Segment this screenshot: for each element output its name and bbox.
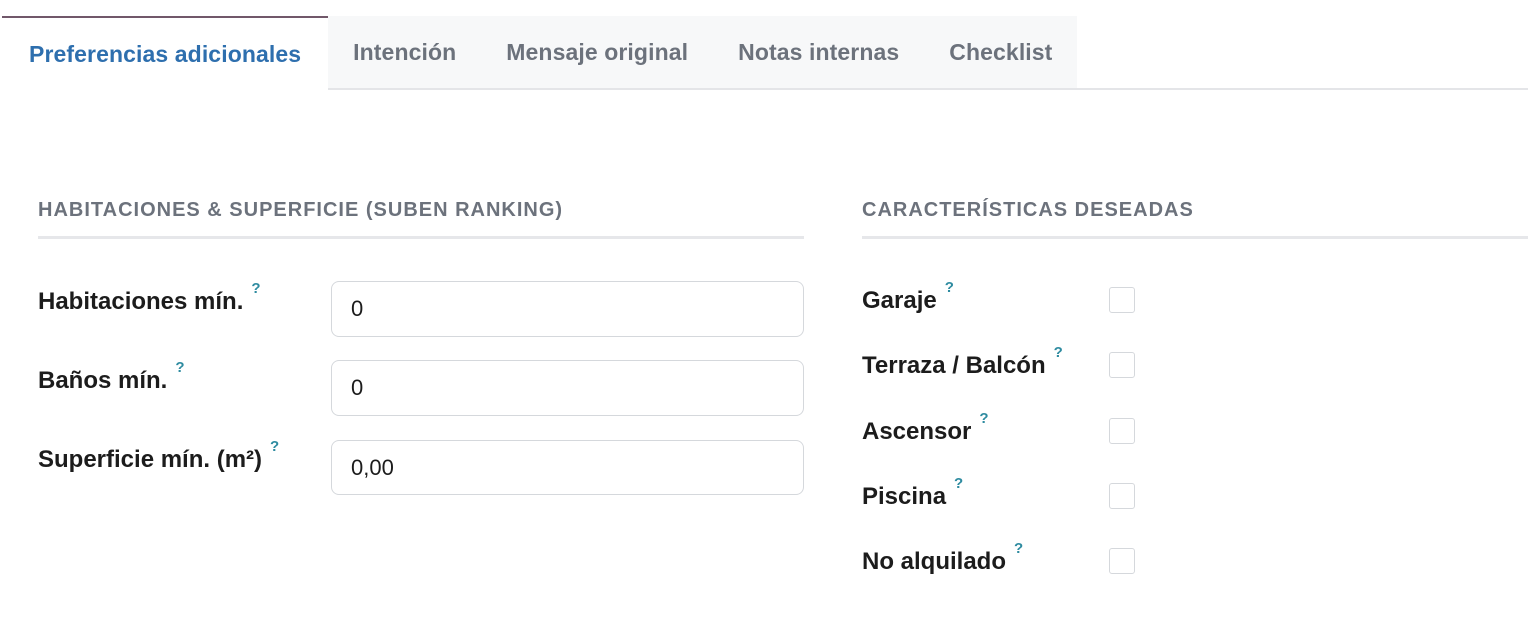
banos-min-input[interactable] [331,360,804,416]
features-section-title: CARACTERÍSTICAS DESEADAS [862,199,1194,221]
habitaciones-min-input[interactable] [331,281,804,337]
terraza-balcon-checkbox[interactable] [1109,352,1135,378]
habitaciones-min-label-text: Habitaciones mín. [38,288,244,315]
no-alquilado-label-text: No alquilado [862,548,1006,575]
no-alquilado-checkbox[interactable] [1109,548,1135,574]
terraza-balcon-label: Terraza / Balcón ? [862,344,1063,380]
piscina-help-icon[interactable]: ? [954,475,963,492]
tab-preferencias-adicionales[interactable]: Preferencias adicionales [2,16,329,90]
garaje-checkbox[interactable] [1109,287,1135,313]
banos-min-label: Baños mín. ? [38,359,185,395]
habitaciones-help-icon[interactable]: ? [251,280,260,297]
piscina-label-text: Piscina [862,483,947,510]
tab-mensaje-original[interactable]: Mensaje original [481,16,714,88]
notebook-tabs: Preferencias adicionales Intención Mensa… [2,16,1528,90]
superficie-min-input[interactable] [331,440,804,495]
ascensor-label: Ascensor ? [862,410,989,446]
piscina-checkbox[interactable] [1109,483,1135,509]
ascensor-label-text: Ascensor [862,418,972,445]
tab-list: Preferencias adicionales Intención Mensa… [2,16,1528,90]
tab-intencion[interactable]: Intención [328,16,482,88]
garaje-label: Garaje ? [862,279,954,315]
banos-help-icon[interactable]: ? [175,359,184,376]
rooms-section-title: HABITACIONES & SUPERFICIE (SUBEN RANKING… [38,199,564,221]
ascensor-help-icon[interactable]: ? [979,410,988,427]
terraza-balcon-help-icon[interactable]: ? [1054,344,1063,361]
ascensor-checkbox[interactable] [1109,418,1135,444]
terraza-balcon-label-text: Terraza / Balcón [862,352,1046,379]
no-alquilado-help-icon[interactable]: ? [1014,540,1023,557]
tab-notas-internas[interactable]: Notas internas [713,16,925,88]
superficie-min-label: Superficie mín. (m²) ? [38,438,279,474]
banos-min-label-text: Baños mín. [38,367,168,394]
garaje-label-text: Garaje [862,287,937,314]
garaje-help-icon[interactable]: ? [945,279,954,296]
no-alquilado-label: No alquilado ? [862,540,1023,576]
piscina-label: Piscina ? [862,475,963,511]
tab-checklist[interactable]: Checklist [924,16,1078,88]
rooms-section-divider [38,236,804,239]
superficie-min-label-text: Superficie mín. (m²) [38,446,263,473]
habitaciones-min-label: Habitaciones mín. ? [38,280,261,316]
features-section-divider [862,236,1528,239]
superficie-help-icon[interactable]: ? [270,438,279,455]
